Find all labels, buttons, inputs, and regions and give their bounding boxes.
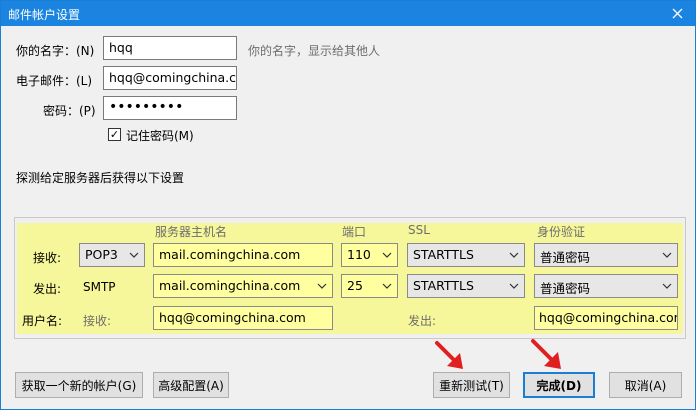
username-label: 用户名: <box>22 314 63 328</box>
remember-password-checkbox[interactable]: ✓ <box>108 128 121 141</box>
advanced-config-button[interactable]: 高级配置(A) <box>153 372 229 398</box>
incoming-protocol-select[interactable]: POP3 <box>79 243 145 267</box>
chevron-down-icon <box>508 279 520 293</box>
username-outgoing-label: 发出: <box>408 314 437 328</box>
red-arrow-icon <box>435 341 463 369</box>
incoming-port-select[interactable]: 110 <box>341 243 398 267</box>
outgoing-label: 发出: <box>33 282 62 296</box>
retest-button[interactable]: 重新测试(T) <box>433 372 510 398</box>
chevron-down-icon <box>508 248 520 262</box>
close-icon <box>672 8 682 19</box>
incoming-username-input[interactable]: hqq@comingchina.com <box>153 306 333 330</box>
name-label: 你的名字：(N) <box>16 44 95 58</box>
close-button[interactable] <box>659 1 695 26</box>
incoming-protocol-value: POP3 <box>85 247 118 262</box>
chevron-down-icon <box>381 279 393 293</box>
red-arrow-icon <box>531 339 561 369</box>
outgoing-port-select[interactable]: 25 <box>341 274 398 298</box>
outgoing-auth-select[interactable]: 普通密码 <box>534 274 678 298</box>
get-new-account-button[interactable]: 获取一个新的帐户(G) <box>15 372 143 398</box>
outgoing-ssl-select[interactable]: STARTTLS <box>407 274 525 298</box>
mail-account-settings-dialog: 邮件帐户设置 你的名字：(N) hqq 你的名字，显示给其他人 电子邮件：(L)… <box>0 0 696 410</box>
password-input[interactable]: ••••••••• <box>103 96 237 120</box>
name-hint: 你的名字，显示给其他人 <box>248 44 381 58</box>
outgoing-username-input[interactable]: hqq@comingchina.com <box>534 306 678 330</box>
username-incoming-label: 接收: <box>83 314 112 328</box>
email-input[interactable]: hqq@comingchina.com <box>103 66 237 90</box>
email-label: 电子邮件：(L) <box>16 74 93 88</box>
auth-header: 身份验证 <box>537 225 586 239</box>
chevron-down-icon <box>128 248 140 262</box>
outgoing-host-combobox[interactable]: mail.comingchina.com <box>153 274 333 298</box>
outgoing-host-value: mail.comingchina.com <box>159 278 301 293</box>
port-header: 端口 <box>342 225 367 239</box>
outgoing-ssl-value: STARTTLS <box>413 278 474 293</box>
incoming-host-input[interactable]: mail.comingchina.com <box>153 243 333 267</box>
name-input[interactable]: hqq <box>103 36 237 60</box>
chevron-down-icon <box>316 279 328 293</box>
outgoing-protocol: SMTP <box>83 280 116 294</box>
incoming-label: 接收: <box>33 251 62 265</box>
chevron-down-icon <box>661 279 673 293</box>
incoming-auth-select[interactable]: 普通密码 <box>534 243 678 267</box>
incoming-ssl-select[interactable]: STARTTLS <box>407 243 525 267</box>
outgoing-auth-value: 普通密码 <box>540 281 591 296</box>
incoming-auth-value: 普通密码 <box>540 250 591 265</box>
remember-password-label: 记住密码(M) <box>126 129 194 143</box>
incoming-port-value: 110 <box>347 247 371 262</box>
done-button[interactable]: 完成(D) <box>523 372 595 398</box>
incoming-ssl-value: STARTTLS <box>413 247 474 262</box>
password-label: 密码：(P) <box>43 104 96 118</box>
cancel-button[interactable]: 取消(A) <box>609 372 682 398</box>
probe-result-text: 探测给定服务器后获得以下设置 <box>16 171 185 185</box>
window-title: 邮件帐户设置 <box>8 8 81 22</box>
ssl-header: SSL <box>408 223 430 237</box>
outgoing-port-value: 25 <box>347 278 363 293</box>
hostname-header: 服务器主机名 <box>155 225 228 239</box>
chevron-down-icon <box>661 248 673 262</box>
title-bar: 邮件帐户设置 <box>1 1 695 26</box>
chevron-down-icon <box>381 248 393 262</box>
